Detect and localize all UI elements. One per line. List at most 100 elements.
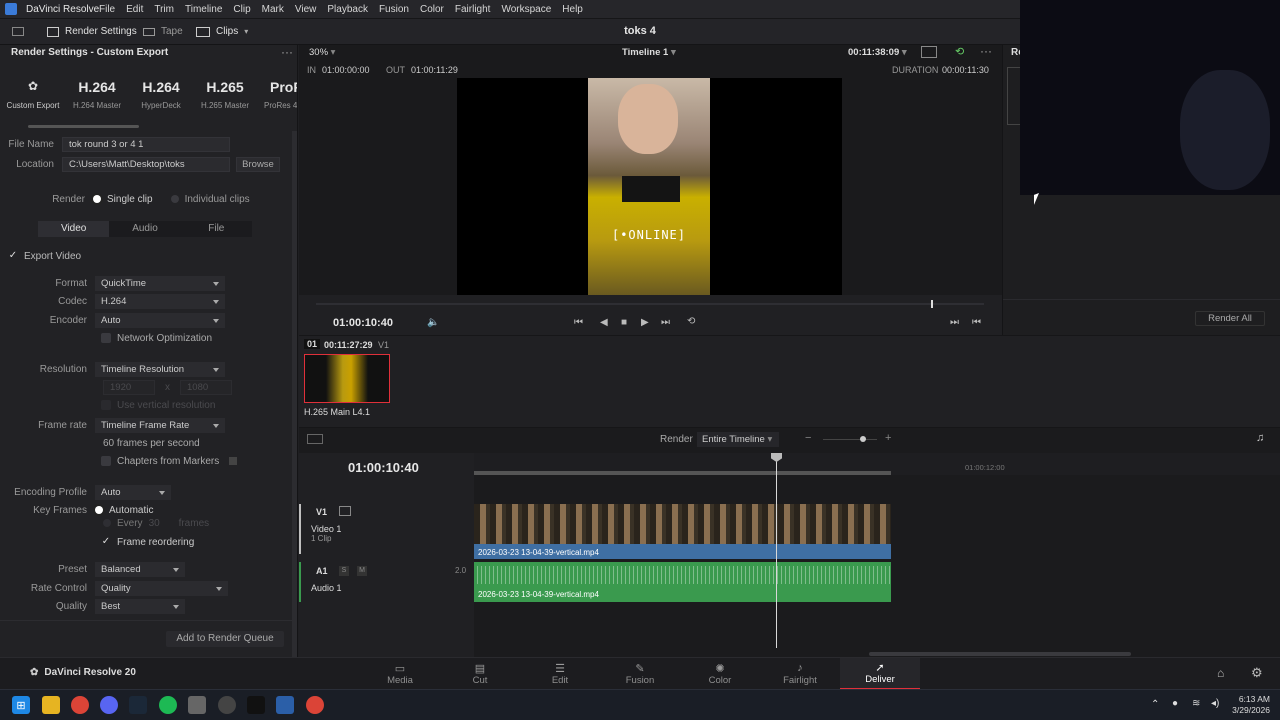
preset-select[interactable]: Balanced — [95, 561, 185, 577]
menu-trim[interactable]: Trim — [154, 4, 174, 15]
discord-icon[interactable] — [100, 696, 118, 714]
chevron-up-icon[interactable]: ⌃ — [1151, 699, 1159, 710]
scrub-handle[interactable] — [930, 300, 933, 308]
render-all-button[interactable]: Render All — [1195, 311, 1265, 326]
quality-select[interactable]: Best — [95, 598, 185, 614]
chapters-checkbox[interactable] — [101, 456, 111, 466]
render-settings-button[interactable]: Render Settings — [47, 26, 137, 37]
speaker-icon[interactable]: ◂) — [1211, 698, 1219, 709]
timeline-select[interactable]: Timeline 1 ▾ — [622, 47, 676, 58]
timeline-options-icon[interactable] — [307, 434, 323, 444]
menu-fairlight[interactable]: Fairlight — [455, 4, 491, 15]
resolution-select[interactable]: Timeline Resolution — [95, 361, 225, 377]
mute-button[interactable]: M — [357, 566, 367, 576]
render-range-select[interactable]: Entire Timeline ▾ — [697, 432, 779, 447]
page-tab-fusion[interactable]: ✎ Fusion — [600, 658, 680, 690]
more-options-icon[interactable]: ··· — [980, 44, 992, 58]
queue-job-card[interactable] — [1007, 67, 1021, 125]
kf-every-radio[interactable] — [103, 519, 111, 527]
stop-icon[interactable]: ■ — [621, 317, 627, 328]
kf-automatic-radio[interactable] — [95, 506, 103, 514]
network-opt-checkbox[interactable] — [101, 333, 111, 343]
menu-playback[interactable]: Playback — [327, 4, 368, 15]
audio-mixer-icon[interactable]: ♫ — [1256, 432, 1264, 444]
chrome-profile-icon[interactable] — [306, 696, 324, 714]
steam-icon[interactable] — [129, 696, 147, 714]
format-select[interactable]: QuickTime — [95, 275, 225, 291]
export-video-checkbox[interactable]: ✓ — [8, 251, 18, 261]
page-tab-fairlight[interactable]: ♪ Fairlight — [760, 658, 840, 690]
zoom-select[interactable]: 30% ▾ — [309, 47, 335, 58]
menu-clip[interactable]: Clip — [233, 4, 250, 15]
zoom-out-icon[interactable]: − — [805, 432, 811, 444]
home-icon[interactable]: ⌂ — [1217, 666, 1224, 680]
preset-scrollbar[interactable] — [28, 125, 139, 128]
menu-mark[interactable]: Mark — [262, 4, 284, 15]
audio-clip[interactable]: 2026-03-23 13-04-39-vertical.mp4 — [474, 562, 891, 602]
volume-icon[interactable]: 🔈 — [427, 317, 439, 328]
app-icon[interactable] — [188, 696, 206, 714]
obs-icon[interactable] — [218, 696, 236, 714]
single-clip-radio[interactable] — [93, 195, 101, 203]
codec-select[interactable]: H.264 — [95, 293, 225, 309]
preset-h265-master[interactable]: H.265 H.265 Master — [198, 79, 252, 110]
menu-file[interactable]: File — [99, 4, 115, 15]
preset-custom-export[interactable]: ✿ Custom Export — [6, 79, 60, 110]
location-field[interactable]: C:\Users\Matt\Desktop\toks — [62, 156, 230, 172]
spotify-icon[interactable] — [159, 696, 177, 714]
tab-file[interactable]: File — [181, 221, 252, 237]
sync-icon[interactable]: ⟲ — [955, 45, 964, 58]
microphone-icon[interactable]: ● — [1172, 698, 1178, 709]
tab-video[interactable]: Video — [38, 221, 110, 237]
panel-toggle-icon[interactable] — [12, 27, 24, 36]
chrome-icon[interactable] — [71, 696, 89, 714]
viewer-mode-icon[interactable] — [921, 46, 937, 58]
clock[interactable]: 6:13 AM 3/29/2026 — [1226, 694, 1270, 716]
loop-icon[interactable]: ⟲ — [687, 316, 695, 327]
file-explorer-icon[interactable] — [42, 696, 60, 714]
add-to-render-queue-button[interactable]: Add to Render Queue — [166, 631, 284, 647]
play-icon[interactable]: ▶ — [641, 317, 649, 328]
page-tab-media[interactable]: ▭ Media — [360, 658, 440, 690]
menu-fusion[interactable]: Fusion — [379, 4, 409, 15]
page-tab-cut[interactable]: ▤ Cut — [440, 658, 520, 690]
menu-timeline[interactable]: Timeline — [185, 4, 222, 15]
page-tab-edit[interactable]: ☰ Edit — [520, 658, 600, 690]
page-tab-deliver[interactable]: ➚ Deliver — [840, 658, 920, 690]
scrub-bar[interactable] — [316, 303, 984, 305]
timeline-scrollbar[interactable] — [869, 652, 1131, 656]
film-strip-icon[interactable] — [339, 506, 351, 516]
file-name-field[interactable]: tok round 3 or 4 1 — [62, 136, 230, 152]
preset-hyperdeck[interactable]: H.264 HyperDeck — [134, 79, 188, 110]
menu-help[interactable]: Help — [562, 4, 583, 15]
go-to-start-icon[interactable]: ⏮ — [574, 317, 583, 328]
windows-start-icon[interactable]: ⊞ — [12, 696, 30, 714]
wifi-icon[interactable]: ≋ — [1192, 698, 1200, 709]
go-to-end-icon[interactable]: ⏭ — [661, 317, 670, 328]
prev-clip-icon[interactable]: ⏮ — [972, 317, 981, 328]
menu-view[interactable]: View — [295, 4, 317, 15]
more-options-icon[interactable]: ··· — [281, 45, 293, 59]
marker-color-swatch[interactable] — [229, 457, 238, 465]
page-tab-color[interactable]: ✺ Color — [680, 658, 760, 690]
gear-icon[interactable]: ⚙ — [1251, 665, 1263, 681]
timecode-select[interactable]: 00:11:38:09 ▾ — [848, 47, 907, 58]
encoder-select[interactable]: Auto — [95, 312, 225, 328]
menu-workspace[interactable]: Workspace — [501, 4, 551, 15]
frame-rate-select[interactable]: Timeline Frame Rate — [95, 417, 225, 433]
rate-control-select[interactable]: Quality — [95, 580, 228, 596]
tiktok-icon[interactable] — [247, 696, 265, 714]
zoom-slider[interactable] — [823, 439, 877, 440]
timeline-playhead[interactable] — [776, 453, 777, 648]
menu-color[interactable]: Color — [420, 4, 444, 15]
clips-button[interactable]: Clips ▾ — [196, 26, 248, 37]
tape-button[interactable]: Tape — [143, 26, 183, 37]
tab-audio[interactable]: Audio — [109, 221, 180, 237]
step-back-icon[interactable]: ◀ — [600, 317, 608, 328]
preset-h264-master[interactable]: H.264 H.264 Master — [70, 79, 124, 110]
browse-button[interactable]: Browse — [236, 156, 280, 172]
frame-reordering-checkbox[interactable]: ✓ — [101, 537, 111, 547]
davinci-resolve-icon[interactable] — [276, 696, 294, 714]
individual-clips-radio[interactable] — [170, 195, 179, 203]
zoom-slider-handle[interactable] — [860, 436, 866, 442]
